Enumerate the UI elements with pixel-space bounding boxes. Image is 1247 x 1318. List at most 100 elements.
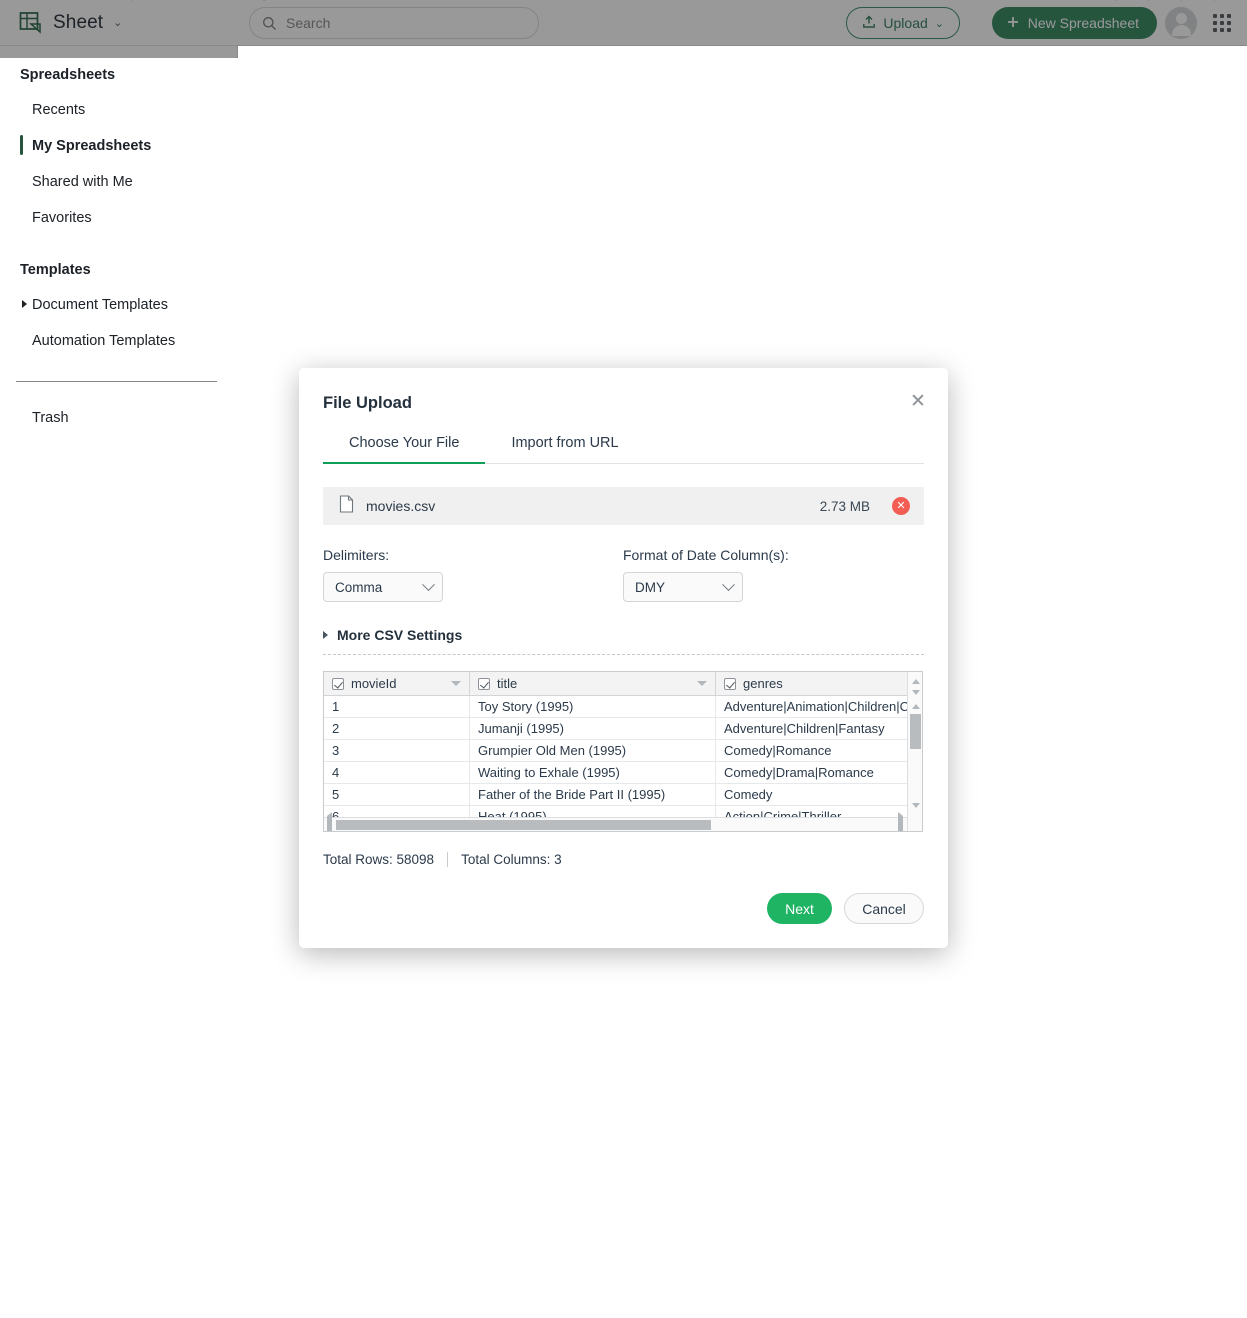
sidebar-item-automation-templates[interactable]: Automation Templates [0,323,237,359]
cell-movieid: 1 [324,696,470,717]
sidebar-item-shared-with-me[interactable]: Shared with Me [0,164,237,200]
new-spreadsheet-button[interactable]: New Spreadsheet [991,7,1157,39]
scroll-down-arrow-icon[interactable] [908,797,922,813]
chevron-down-icon [722,577,735,591]
table-row: 1 Toy Story (1995) Adventure|Animation|C… [324,696,922,718]
cell-movieid: 2 [324,718,470,739]
upload-icon [862,15,876,32]
sidebar-item-recents[interactable]: Recents [0,92,237,128]
plus-icon [1006,15,1020,32]
grid-column-header-movieid[interactable]: movieId [324,672,470,695]
grid-column-header-title[interactable]: title [470,672,716,695]
total-columns: Total Columns: 3 [461,852,562,867]
column-checkbox[interactable] [332,677,344,690]
delimiters-group: Delimiters: Comma [323,547,623,602]
cell-genres: Comedy [724,787,773,802]
date-format-group: Format of Date Column(s): DMY [623,547,789,602]
cell-title: Waiting to Exhale (1995) [470,762,716,783]
sidebar-item-label: Favorites [32,210,92,226]
more-csv-settings-toggle[interactable]: More CSV Settings [323,627,924,643]
close-icon[interactable]: ✕ [908,392,928,413]
chevron-down-icon[interactable] [451,681,461,686]
date-format-value: DMY [635,579,665,595]
cell-movieid: 5 [324,784,470,805]
search-icon[interactable] [1214,0,1247,1]
sidebar-item-document-templates[interactable]: Document Templates [0,287,237,323]
remove-file-icon[interactable]: ✕ [892,497,910,515]
notes-icon[interactable] [1148,0,1181,1]
scroll-up-arrow-icon[interactable] [908,698,922,714]
sidebar-item-label: Document Templates [32,297,168,313]
grid-horizontal-scrollbar[interactable] [324,811,907,831]
tab-import-from-url[interactable]: Import from URL [485,435,644,464]
search-placeholder: Search [286,15,331,31]
smart-chat-input[interactable]: Here is your Smart Chat (Ctrl+Space) [264,0,1115,1]
search-input[interactable]: Search [249,7,539,39]
scroll-right-arrow-icon[interactable] [898,811,903,831]
cell-title: Grumpier Old Men (1995) [470,740,716,761]
upload-button[interactable]: Upload ⌄ [846,7,960,39]
app-grid-icon[interactable] [1213,14,1231,32]
copy-icon[interactable] [1181,0,1214,1]
delimiters-select[interactable]: Comma [323,572,443,602]
tab-label: Import from URL [511,435,619,451]
grid-dot [1220,28,1224,32]
date-format-select[interactable]: DMY [623,572,743,602]
new-spreadsheet-label: New Spreadsheet [1027,15,1139,31]
uploaded-file-row: movies.csv 2.73 MB ✕ [323,487,924,525]
grid-column-header-genres[interactable]: genres [716,672,908,695]
triangle-right-icon [22,300,27,308]
triangle-right-icon [323,631,328,639]
chevron-down-icon[interactable] [697,681,707,686]
cell-title: Toy Story (1995) [470,696,716,717]
brand[interactable]: Sheet ⌄ [18,10,218,36]
more-csv-settings-label: More CSV Settings [337,627,463,643]
vertical-scroll-thumb[interactable] [910,714,921,749]
column-checkbox[interactable] [478,677,490,690]
sidebar-item-trash[interactable]: Trash [0,400,237,436]
tab-label: Choose Your File [349,435,460,451]
grid-dot [1213,21,1217,25]
taskbar-contacts-button[interactable]: Contacts [132,0,264,1]
file-size: 2.73 MB [819,498,870,514]
cell-genres: Comedy|Drama|Romance [724,765,874,780]
brightness-icon[interactable] [1115,0,1148,1]
table-row: 2 Jumanji (1995) Adventure|Children|Fant… [324,718,922,740]
grid-dot [1213,14,1217,18]
cell-title: Jumanji (1995) [470,718,716,739]
column-checkbox[interactable] [724,677,736,690]
top-bar: Sheet ⌄ Search Upload ⌄ New Spreadsheet [0,0,1247,46]
sidebar-item-favorites[interactable]: Favorites [0,200,237,236]
column-label: genres [743,676,783,691]
totals-summary: Total Rows: 58098 Total Columns: 3 [323,852,924,867]
tab-choose-your-file[interactable]: Choose Your File [323,435,486,464]
cell-genres: Adventure|Animation|Children|C [724,699,908,714]
next-button[interactable]: Next [767,893,832,924]
table-row: 3 Grumpier Old Men (1995) Comedy|Romance [324,740,922,762]
grid-vertical-scrollbar[interactable] [907,672,922,831]
cell-movieid: 3 [324,740,470,761]
file-upload-dialog: File Upload ✕ Choose Your File Import fr… [299,368,948,948]
cell-title: Father of the Bride Part II (1995) [470,784,716,805]
totals-divider [447,852,449,867]
sidebar-item-label: Trash [32,410,69,426]
delimiters-value: Comma [335,579,383,595]
scroll-left-arrow-icon[interactable] [327,811,332,831]
chevron-down-icon[interactable]: ⌄ [113,16,122,29]
column-label: movieId [351,676,397,691]
delimiters-label: Delimiters: [323,547,390,563]
sidebar-item-my-spreadsheets[interactable]: My Spreadsheets [0,128,237,164]
sidebar-item-label: Recents [32,102,86,118]
sidebar-section-spreadsheets: Spreadsheets [20,67,116,83]
dialog-tabs: Choose Your File Import from URL [323,435,924,464]
sidebar-item-label: Automation Templates [32,333,176,349]
cancel-button[interactable]: Cancel [844,893,924,924]
avatar-body-icon [1171,25,1191,36]
avatar[interactable] [1165,7,1197,39]
grid-dot [1227,21,1231,25]
date-format-label: Format of Date Column(s): [623,547,789,563]
horizontal-scroll-thumb[interactable] [336,820,711,830]
taskbar-right-icons [1115,0,1247,1]
search-icon [262,16,277,31]
taskbar-chats-button[interactable]: Chats [0,0,132,1]
